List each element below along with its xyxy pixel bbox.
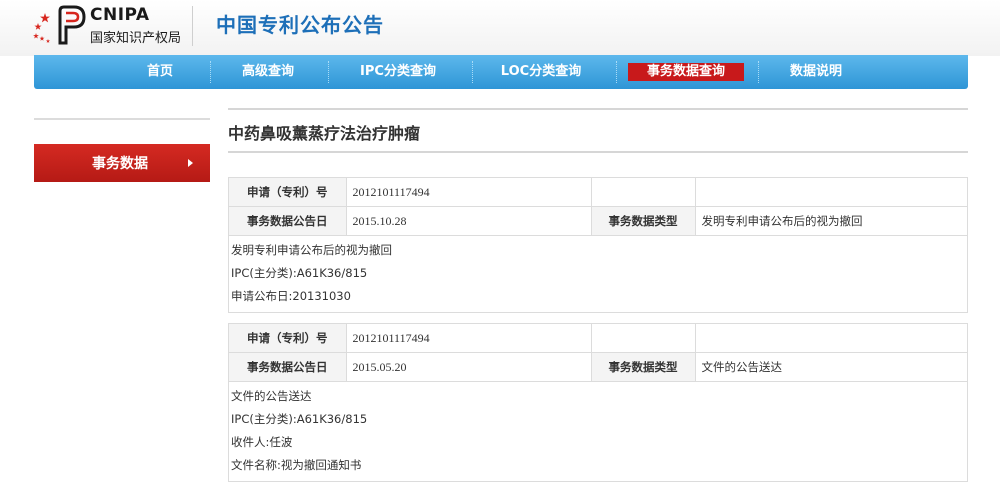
nav-home[interactable]: 首页	[130, 62, 190, 82]
sidebar-item-label: 事务数据	[92, 156, 148, 172]
record-details: 发明专利申请公布后的视为撤回 IPC(主分类):A61K36/815 申请公布日…	[229, 236, 967, 312]
sidebar-item-transaction-data[interactable]: 事务数据	[34, 144, 210, 182]
detail-line: 文件名称:视为撤回通知书	[231, 458, 362, 472]
announce-date-label: 事务数据公告日	[229, 206, 347, 236]
cnipa-emblem-icon	[58, 5, 86, 45]
nav-separator	[758, 61, 759, 83]
record-details: 文件的公告送达 IPC(主分类):A61K36/815 收件人:任波 文件名称:…	[229, 382, 967, 481]
data-type-value: 文件的公告送达	[694, 352, 967, 382]
site-title: 中国专利公布公告	[216, 13, 384, 37]
arrow-right-icon	[188, 159, 193, 167]
data-type-label: 事务数据类型	[590, 206, 696, 236]
transaction-record: 申请（专利）号 2012101117494 事务数据公告日 2015.05.20…	[228, 323, 968, 482]
detail-line: 申请公布日:20131030	[231, 289, 351, 303]
empty-cell	[590, 324, 696, 353]
record-info-table: 申请（专利）号 2012101117494 事务数据公告日 2015.05.20…	[229, 324, 967, 382]
header-divider	[192, 6, 193, 46]
logo-english-text: CNIPA	[90, 5, 150, 25]
transaction-record: 申请（专利）号 2012101117494 事务数据公告日 2015.10.28…	[228, 177, 968, 313]
nav-separator	[328, 61, 329, 83]
nav-ipc-search[interactable]: IPC分类查询	[346, 62, 450, 82]
detail-line: 收件人:任波	[231, 435, 293, 449]
nav-transaction-search[interactable]: 事务数据查询	[628, 63, 744, 81]
title-divider	[228, 151, 968, 153]
site-header: CNIPA 国家知识产权局 中国专利公布公告	[0, 0, 1000, 56]
application-no-value: 2012101117494	[345, 178, 592, 207]
logo-chinese-text: 国家知识产权局	[90, 31, 182, 46]
application-no-label: 申请（专利）号	[229, 324, 347, 353]
main-nav: 首页 高级查询 IPC分类查询 LOC分类查询 事务数据查询 数据说明	[34, 55, 968, 89]
application-no-label: 申请（专利）号	[229, 178, 347, 207]
data-type-value: 发明专利申请公布后的视为撤回	[694, 206, 967, 236]
data-type-label: 事务数据类型	[590, 352, 696, 382]
detail-line: 发明专利申请公布后的视为撤回	[231, 243, 392, 257]
nav-advanced-search[interactable]: 高级查询	[230, 62, 306, 82]
detail-line: 文件的公告送达	[231, 389, 312, 403]
announce-date-value: 2015.05.20	[345, 352, 592, 382]
record-info-table: 申请（专利）号 2012101117494 事务数据公告日 2015.10.28…	[229, 178, 967, 236]
page-title: 中药鼻吸薰蒸疗法治疗肿瘤	[228, 124, 421, 143]
sidebar-divider	[34, 118, 210, 120]
empty-cell	[694, 324, 967, 353]
announce-date-label: 事务数据公告日	[229, 352, 347, 382]
empty-cell	[694, 178, 967, 207]
application-no-value: 2012101117494	[345, 324, 592, 353]
nav-loc-search[interactable]: LOC分类查询	[488, 62, 594, 82]
nav-separator	[210, 61, 211, 83]
nav-data-description[interactable]: 数据说明	[776, 62, 856, 82]
nav-separator	[616, 61, 617, 83]
detail-line: IPC(主分类):A61K36/815	[231, 412, 368, 426]
content-top-divider	[228, 108, 968, 110]
announce-date-value: 2015.10.28	[345, 206, 592, 236]
cnipa-logo[interactable]: CNIPA 国家知识产权局	[30, 3, 200, 49]
detail-line: IPC(主分类):A61K36/815	[231, 266, 368, 280]
empty-cell	[590, 178, 696, 207]
nav-separator	[472, 61, 473, 83]
